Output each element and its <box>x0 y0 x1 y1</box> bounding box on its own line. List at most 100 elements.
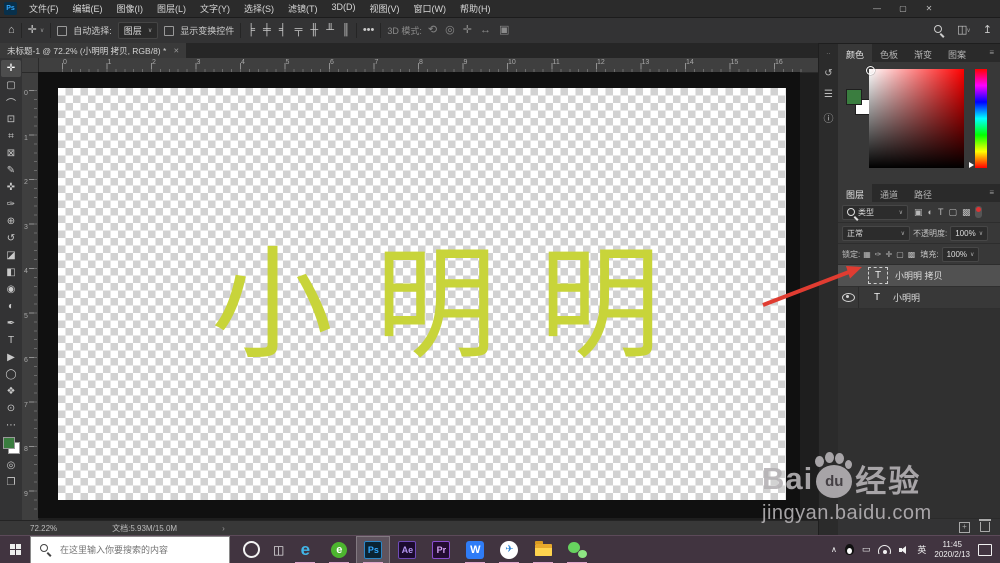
menu-item[interactable]: 图层(L) <box>150 2 193 15</box>
align-left-icon[interactable]: ╞ <box>247 25 255 36</box>
eyedropper-tool[interactable]: ✎ <box>1 162 21 179</box>
filter-shape-icon[interactable]: ▢ <box>948 207 957 218</box>
panel-tab[interactable]: 渐变 <box>906 44 940 62</box>
distribute-h-icon[interactable]: ╫ <box>310 25 318 36</box>
hand-tool[interactable]: ❖ <box>1 383 21 400</box>
3d-camera-icon[interactable]: ▣ <box>499 25 509 36</box>
zoom-tool[interactable]: ⊙ <box>1 400 21 417</box>
delete-layer-icon[interactable] <box>979 519 991 532</box>
quick-mask-icon[interactable]: ◎ <box>1 457 21 474</box>
restore-button[interactable]: ▢ <box>890 0 916 17</box>
menu-item[interactable]: 视图(V) <box>363 2 407 15</box>
lock-all-icon[interactable]: ▩ <box>908 250 916 259</box>
layer-row[interactable]: T 小明明 拷贝 <box>838 265 1000 287</box>
layer-thumbnail[interactable]: T <box>868 290 886 305</box>
color-saturation-field[interactable] <box>866 66 964 168</box>
touchpad-tray-icon[interactable]: ▭ <box>862 544 871 555</box>
taskbar-explorer[interactable] <box>526 536 560 563</box>
hue-slider[interactable] <box>969 69 987 168</box>
panel-menu-icon[interactable]: ≡ <box>983 44 1000 62</box>
input-language[interactable]: 英 <box>917 543 926 556</box>
blur-tool[interactable]: ◉ <box>1 281 21 298</box>
fill-dropdown[interactable]: 100% ∨ <box>941 246 980 262</box>
lasso-tool[interactable]: ⌒ <box>1 94 21 111</box>
document-tab[interactable]: 未标题-1 @ 72.2% (小明明 拷贝, RGB/8) * ✕ <box>0 43 187 58</box>
action-center-icon[interactable] <box>978 543 992 556</box>
lock-pixels-icon[interactable]: ✑ <box>875 250 882 259</box>
taskbar-360-browser[interactable]: e <box>322 536 356 563</box>
task-view-icon[interactable]: ◫ <box>273 543 284 557</box>
share-icon[interactable]: ↥ <box>983 25 992 36</box>
filter-pixel-icon[interactable]: ▣ <box>914 207 923 218</box>
panel-tab[interactable]: 路径 <box>906 184 940 202</box>
pen-tool[interactable]: ✒ <box>1 315 21 332</box>
eraser-tool[interactable]: ◪ <box>1 247 21 264</box>
panel-tab[interactable]: 颜色 <box>838 44 873 62</box>
dodge-tool[interactable]: ◐ <box>1 298 21 315</box>
foreground-color-swatch[interactable] <box>846 89 862 105</box>
taskbar-edge[interactable]: e <box>288 536 322 563</box>
menu-item[interactable]: 文件(F) <box>22 2 66 15</box>
3d-orbit-icon[interactable]: ⟲ <box>428 25 437 36</box>
path-selection-tool[interactable]: ▶ <box>1 349 21 366</box>
taskbar-wechat[interactable] <box>560 536 594 563</box>
lock-transparent-icon[interactable]: ▦ <box>863 250 871 259</box>
panel-tab[interactable]: 图案 <box>940 44 974 62</box>
wifi-icon[interactable] <box>878 545 892 554</box>
object-selection-tool[interactable]: ⊡ <box>1 111 21 128</box>
filter-smart-icon[interactable]: ▩ <box>962 207 971 218</box>
home-icon[interactable]: ⌂ <box>8 25 15 36</box>
menu-item[interactable]: 3D(D) <box>325 2 363 15</box>
properties-panel-icon[interactable]: ☰ <box>824 89 833 100</box>
align-right-icon[interactable]: ╡ <box>279 25 287 36</box>
align-top-icon[interactable]: ╤ <box>295 25 303 36</box>
taskbar-premiere[interactable]: Pr <box>424 536 458 563</box>
taskbar-after-effects[interactable]: Ae <box>390 536 424 563</box>
color-picker-ring[interactable] <box>866 66 875 75</box>
3d-pan-icon[interactable]: ✛ <box>463 25 472 36</box>
tray-expand-icon[interactable]: ∧ <box>831 545 837 554</box>
menu-item[interactable]: 编辑(E) <box>66 2 110 15</box>
3d-roll-icon[interactable]: ◎ <box>445 25 455 36</box>
menu-item[interactable]: 帮助(H) <box>453 2 498 15</box>
layer-visibility-toggle[interactable] <box>838 287 859 308</box>
move-tool[interactable]: ✛ <box>1 60 21 77</box>
history-brush-tool[interactable]: ↺ <box>1 230 21 247</box>
distribute-spacing-icon[interactable]: ║ <box>342 25 350 36</box>
start-button[interactable] <box>0 536 30 563</box>
taskbar-photoshop[interactable]: Ps <box>356 535 391 563</box>
crop-tool[interactable]: ⌗ <box>1 128 21 145</box>
3d-slide-icon[interactable]: ↔ <box>480 25 491 36</box>
menu-item[interactable]: 窗口(W) <box>407 2 454 15</box>
close-button[interactable]: ✕ <box>916 0 942 17</box>
move-tool-icon[interactable]: ✛ <box>28 25 37 36</box>
type-tool[interactable]: T <box>1 332 21 349</box>
filter-adjustment-icon[interactable]: ◐ <box>928 207 933 217</box>
info-panel-icon[interactable]: ⓘ <box>824 110 834 125</box>
healing-brush-tool[interactable]: ✜ <box>1 179 21 196</box>
status-chevron-icon[interactable]: › <box>222 524 225 533</box>
layer-row[interactable]: T 小明明 <box>838 287 1000 309</box>
workspace-switcher[interactable]: ◫ ∨ <box>957 25 971 36</box>
align-center-h-icon[interactable]: ╪ <box>263 25 271 36</box>
gradient-tool[interactable]: ◧ <box>1 264 21 281</box>
panel-tab[interactable]: 色板 <box>872 44 906 62</box>
layer-filter-dropdown[interactable]: 类型 ∨ <box>842 204 908 220</box>
layer-thumbnail[interactable]: T <box>868 267 888 284</box>
panel-tab[interactable]: 图层 <box>838 184 873 202</box>
document-canvas[interactable]: 小明明 <box>58 88 786 500</box>
menu-item[interactable]: 选择(S) <box>237 2 281 15</box>
edit-toolbar-icon[interactable]: ⋯ <box>1 417 21 434</box>
more-options-icon[interactable]: ••• <box>363 25 375 36</box>
taskbar-tim[interactable]: ✈ <box>492 536 526 563</box>
close-tab-icon[interactable]: ✕ <box>173 47 179 55</box>
volume-icon[interactable] <box>899 545 909 555</box>
cortana-icon[interactable] <box>243 541 260 558</box>
marquee-tool[interactable]: ▢ <box>1 77 21 94</box>
dock-handle[interactable]: ‥ <box>826 48 831 58</box>
clone-stamp-tool[interactable]: ⊕ <box>1 213 21 230</box>
frame-tool[interactable]: ⊠ <box>1 145 21 162</box>
qq-tray-icon[interactable] <box>844 544 854 555</box>
search-input[interactable] <box>58 543 212 556</box>
foreground-color-swatch[interactable] <box>2 437 15 449</box>
